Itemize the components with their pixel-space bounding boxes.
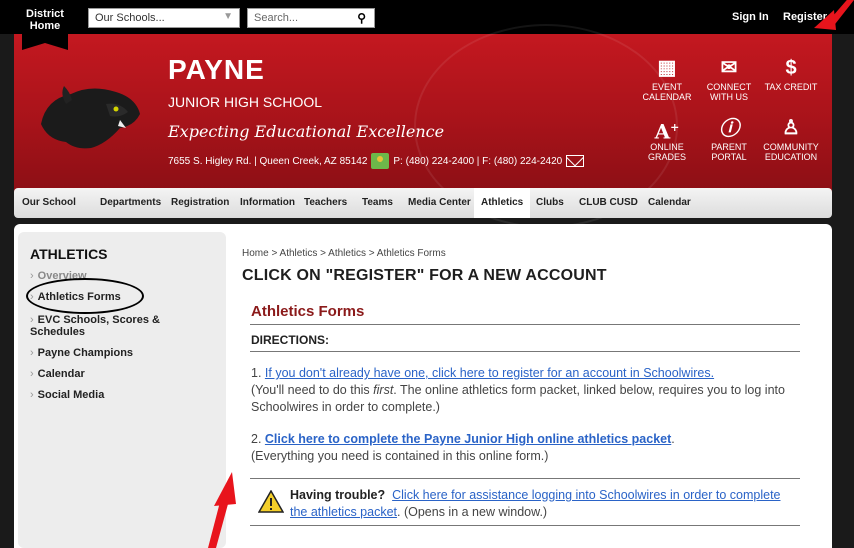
bullet-icon: ›	[30, 270, 34, 282]
divider	[250, 324, 800, 325]
trouble-label: Having trouble?	[290, 488, 386, 502]
breadcrumb[interactable]: Home > Athletics > Athletics > Athletics…	[242, 248, 446, 259]
community-education-link[interactable]: ♙ COMMUNITY EDUCATION	[758, 116, 824, 162]
school-name: PAYNE	[168, 54, 265, 85]
chat-icon: ✉	[720, 57, 738, 79]
schools-dropdown-value: Our Schools...	[95, 12, 165, 24]
online-grades-label: ONLINE GRADES	[647, 142, 686, 162]
warning-icon	[258, 490, 284, 513]
sidebar-item-label: Payne Champions	[37, 347, 134, 359]
tax-credit-link[interactable]: $ TAX CREDIT	[758, 56, 824, 92]
nav-departments[interactable]: Departments	[100, 197, 161, 208]
connect-with-us-label: CONNECT WITH US	[706, 82, 752, 102]
school-motto: Expecting Educational Excellence	[168, 122, 445, 141]
step-1-note-emphasis: first	[373, 383, 394, 397]
nav-our-school[interactable]: Our School	[22, 197, 76, 208]
step-1-note-a: (You'll need to do this	[251, 383, 374, 397]
step-1-number: 1.	[251, 366, 265, 380]
map-icon[interactable]	[371, 153, 390, 169]
nav-teachers[interactable]: Teachers	[304, 197, 347, 208]
school-subtitle: JUNIOR HIGH SCHOOL	[168, 94, 323, 110]
nav-athletics[interactable]: Athletics	[474, 188, 531, 218]
nav-teams[interactable]: Teams	[362, 197, 393, 208]
event-calendar-label: EVENT CALENDAR	[642, 82, 692, 102]
sidebar-item-label: Social Media	[37, 389, 105, 401]
athletics-packet-link[interactable]: Click here to complete the Payne Junior …	[265, 432, 671, 446]
divider	[250, 351, 800, 352]
step-1-paragraph: 1. If you don't already have one, click …	[251, 365, 806, 416]
bullet-icon: ›	[30, 314, 34, 326]
calendar-icon: ▦	[657, 57, 677, 79]
sidebar-item-label: EVC Schools, Scores & Schedules	[30, 314, 160, 338]
sidebar-item-payne-champions[interactable]: › Payne Champions	[30, 347, 133, 359]
nav-club-cusd[interactable]: CLUB CUSD	[579, 197, 638, 208]
sidebar-title: ATHLETICS	[30, 246, 108, 262]
parent-portal-label: PARENT PORTAL	[711, 142, 747, 162]
sidebar-item-calendar[interactable]: › Calendar	[30, 368, 85, 380]
step-2-suffix: .	[671, 432, 675, 446]
nav-registration[interactable]: Registration	[171, 197, 229, 208]
search-placeholder: Search...	[254, 12, 299, 24]
school-address: 7655 S. Higley Rd. | Queen Creek, AZ 851…	[168, 155, 368, 167]
step-2-number: 2.	[251, 432, 265, 446]
step-2-paragraph: 2. Click here to complete the Payne Juni…	[251, 431, 806, 465]
search-input[interactable]: Search... ⚲	[247, 8, 375, 28]
divider	[250, 525, 800, 526]
bullet-icon: ›	[30, 347, 34, 359]
sidebar-item-label: Calendar	[37, 368, 85, 380]
parent-portal-link[interactable]: ⓘ PARENT PORTAL	[696, 116, 762, 162]
online-grades-link[interactable]: A+ ONLINE GRADES	[634, 116, 700, 162]
chevron-down-icon: ▼	[223, 11, 233, 22]
nav-clubs[interactable]: Clubs	[536, 197, 564, 208]
bullet-icon: ›	[30, 368, 34, 380]
divider	[250, 478, 800, 479]
grade-icon: A+	[654, 119, 680, 144]
trouble-suffix: . (Opens in a new window.)	[397, 505, 548, 519]
community-icon: ♙	[782, 117, 800, 139]
annotation-arrow-register	[814, 0, 854, 30]
connect-with-us-link[interactable]: ✉ CONNECT WITH US	[696, 56, 762, 102]
step-2-note: (Everything you need is contained in thi…	[251, 449, 549, 463]
nav-calendar[interactable]: Calendar	[648, 197, 691, 208]
info-icon: ⓘ	[719, 116, 739, 140]
community-education-label: COMMUNITY EDUCATION	[763, 142, 819, 162]
annotation-arrow-packet	[208, 472, 236, 548]
dollar-icon: $	[785, 57, 797, 79]
school-phone-fax: P: (480) 224-2400 | F: (480) 224-2420	[393, 155, 563, 167]
nav-information[interactable]: Information	[240, 197, 295, 208]
district-home-link[interactable]: District Home	[22, 0, 68, 50]
page-title: CLICK ON "REGISTER" FOR A NEW ACCOUNT	[242, 267, 607, 284]
trouble-notice: Having trouble? Click here for assistanc…	[290, 487, 800, 521]
bullet-icon: ›	[30, 389, 34, 401]
register-account-link[interactable]: If you don't already have one, click her…	[265, 366, 714, 380]
section-title: Athletics Forms	[251, 303, 365, 320]
school-banner: PAYNE JUNIOR HIGH SCHOOL Expecting Educa…	[14, 24, 832, 228]
sidebar-item-social-media[interactable]: › Social Media	[30, 389, 104, 401]
tax-credit-label: TAX CREDIT	[764, 82, 818, 92]
schools-dropdown[interactable]: Our Schools... ▼	[88, 8, 240, 28]
school-address-line: 7655 S. Higley Rd. | Queen Creek, AZ 851…	[168, 153, 585, 169]
sidebar-item-evc-schools[interactable]: › EVC Schools, Scores & Schedules	[30, 314, 180, 338]
mail-icon[interactable]	[566, 155, 585, 167]
event-calendar-link[interactable]: ▦ EVENT CALENDAR	[634, 56, 700, 102]
main-nav: Our School Departments Registration Info…	[14, 188, 832, 218]
search-icon[interactable]: ⚲	[357, 11, 366, 25]
nav-media-center[interactable]: Media Center	[408, 197, 471, 208]
directions-heading: DIRECTIONS:	[251, 333, 329, 347]
annotation-circle	[26, 278, 144, 314]
panther-logo	[41, 86, 140, 149]
sign-in-link[interactable]: Sign In	[732, 11, 769, 23]
